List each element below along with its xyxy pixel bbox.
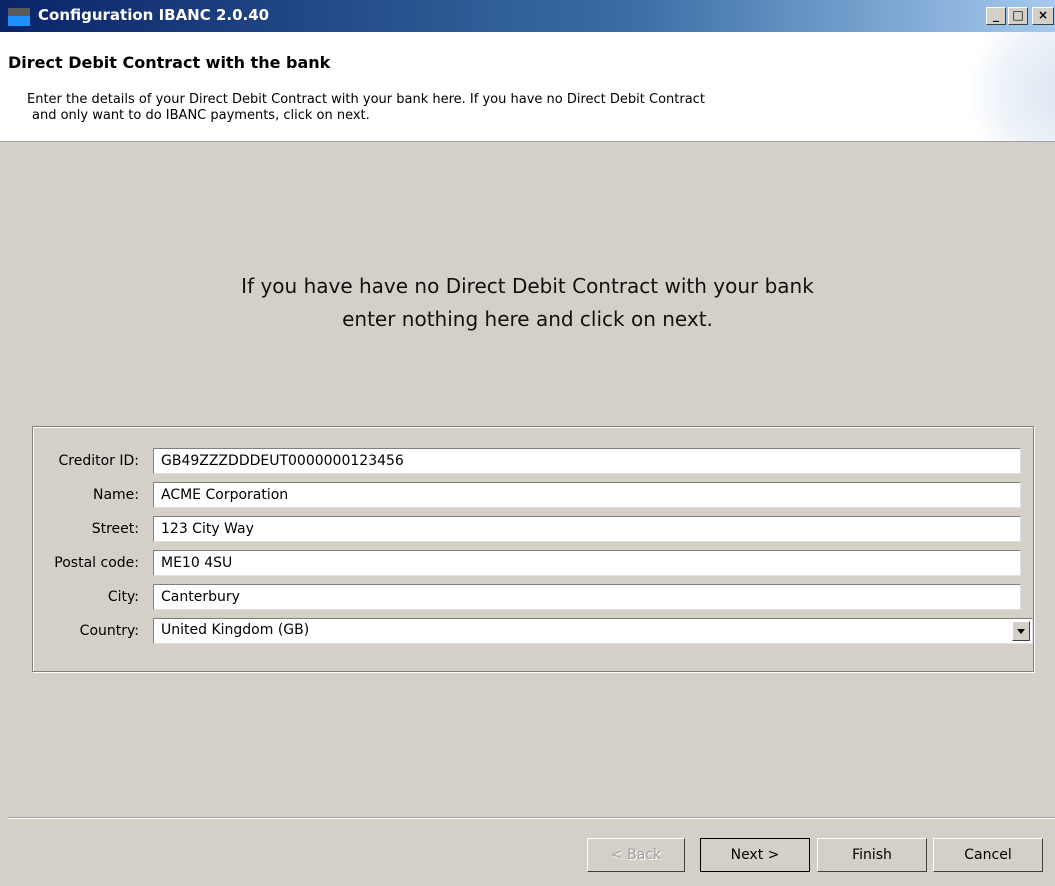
- finish-button[interactable]: Finish: [817, 838, 927, 872]
- wizard-header: Direct Debit Contract with the bank Ente…: [0, 32, 1055, 142]
- country-select[interactable]: United Kingdom (GB): [153, 618, 1033, 644]
- footer-divider: [8, 817, 1055, 819]
- hint-line-2: enter nothing here and click on next.: [342, 307, 713, 331]
- postal-code-label: Postal code:: [54, 555, 139, 571]
- chevron-down-icon[interactable]: [1012, 621, 1030, 641]
- street-field[interactable]: [153, 516, 1021, 542]
- back-button[interactable]: < Back: [587, 838, 685, 872]
- hint-line-1: If you have have no Direct Debit Contrac…: [241, 274, 814, 298]
- city-label: City:: [107, 589, 139, 605]
- maximize-button[interactable]: □: [1008, 7, 1028, 25]
- postal-code-field[interactable]: [153, 550, 1021, 576]
- next-button[interactable]: Next >: [700, 838, 810, 872]
- cancel-button[interactable]: Cancel: [933, 838, 1043, 872]
- street-label: Street:: [91, 521, 139, 537]
- window-title: Configuration IBANC 2.0.40: [38, 6, 270, 24]
- header-decoration: [955, 32, 1055, 141]
- page-description: Enter the details of your Direct Debit C…: [27, 92, 847, 124]
- creditor-id-field[interactable]: [153, 448, 1021, 474]
- title-bar[interactable]: Configuration IBANC 2.0.40 _ □ ×: [0, 0, 1055, 32]
- name-field[interactable]: [153, 482, 1021, 508]
- page-title: Direct Debit Contract with the bank: [8, 53, 331, 72]
- close-button[interactable]: ×: [1032, 7, 1054, 25]
- country-select-value: United Kingdom (GB): [161, 622, 310, 638]
- minimize-button[interactable]: _: [986, 7, 1006, 25]
- creditor-id-label: Creditor ID:: [58, 453, 140, 469]
- contract-form: Creditor ID: Name: Street: Postal code: …: [32, 426, 1034, 672]
- city-field[interactable]: [153, 584, 1021, 610]
- page-description-line-2: and only want to do IBANC payments, clic…: [32, 108, 370, 123]
- page-description-line-1: Enter the details of your Direct Debit C…: [27, 92, 705, 107]
- country-label: Country:: [79, 623, 139, 639]
- hint-text: If you have have no Direct Debit Contrac…: [0, 270, 1055, 336]
- app-icon: [8, 8, 30, 26]
- name-label: Name:: [92, 487, 139, 503]
